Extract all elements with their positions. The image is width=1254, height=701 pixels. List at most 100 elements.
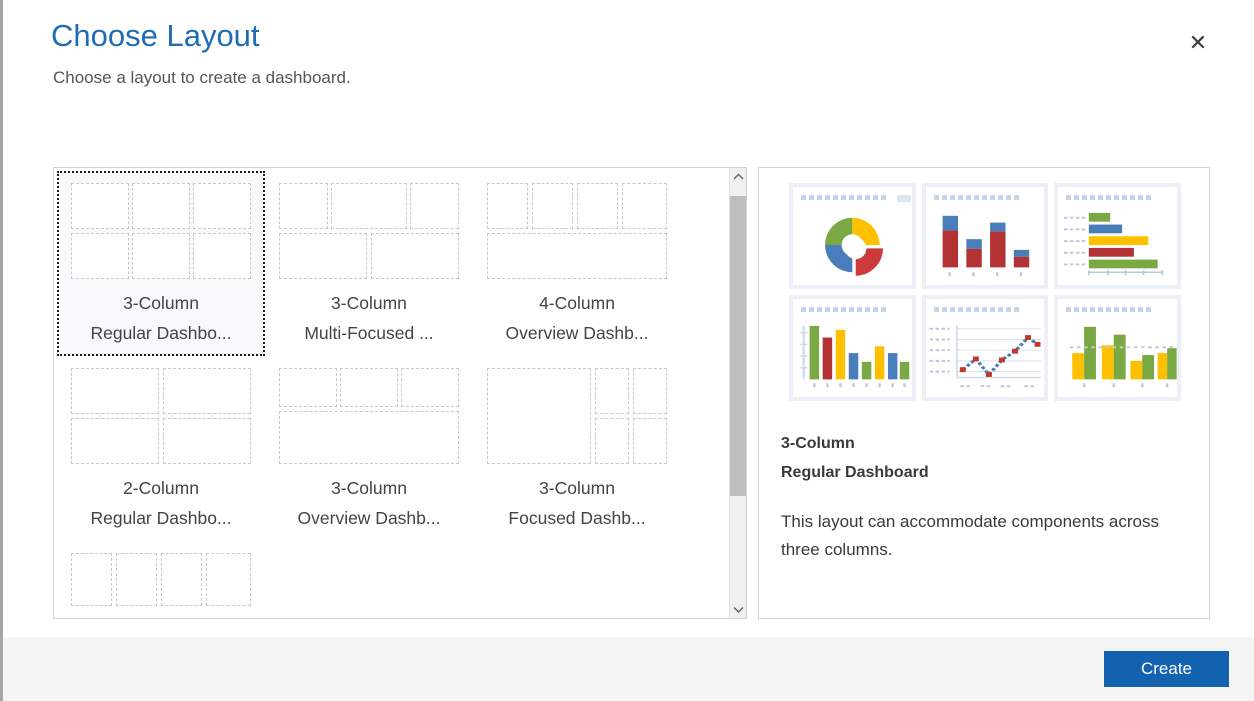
layout-cell — [116, 553, 158, 606]
layout-cell — [632, 418, 667, 465]
layout-thumbnail-grid: 3-Column Regular Dashbo... 3-Column Multi-F… — [54, 168, 730, 618]
page-title: Choose Layout — [51, 18, 260, 53]
preview-tile-grouped-column-chart — [1054, 295, 1181, 401]
layout-thumbnail-art — [487, 183, 667, 281]
layout-thumbnail-label: 3-Column Overview Dashb... — [298, 474, 441, 533]
preview-tile-column-chart — [789, 295, 916, 401]
layout-thumbnail-label: 3-Column Regular Dashbo... — [90, 289, 231, 348]
layout-cell — [595, 418, 630, 465]
layout-cell — [410, 183, 459, 230]
layout-label-line1: 4-Column — [539, 293, 615, 314]
layout-label-line2: Regular Dashbo... — [90, 322, 232, 343]
horizontal-bar-chart — [1058, 209, 1177, 281]
grouped-column-chart — [1058, 321, 1177, 393]
layout-cell — [71, 233, 129, 280]
layout-gallery-scroll-area: 3-Column Regular Dashbo... 3-Column Multi-F… — [54, 168, 730, 618]
layout-cell — [487, 233, 667, 280]
column-chart — [793, 321, 912, 393]
layout-label-line1: 3-Column — [539, 478, 615, 499]
choose-layout-dialog: Choose Layout Choose a layout to create … — [0, 0, 1254, 701]
donut-chart — [793, 209, 912, 281]
layout-cell — [279, 411, 459, 465]
layout-cell — [193, 183, 251, 230]
layout-cell — [632, 368, 667, 415]
tile-title-placeholder — [933, 307, 1019, 312]
layout-label-line2: Overview Dashb... — [505, 322, 649, 343]
layout-cell — [577, 183, 619, 230]
layout-cell — [487, 183, 529, 230]
layout-thumbnail-art — [71, 368, 251, 466]
layout-cell — [279, 368, 337, 408]
layout-cell — [71, 183, 129, 230]
layout-thumbnail-art — [71, 553, 251, 618]
create-button[interactable]: Create — [1104, 651, 1229, 687]
preview-layout-name-line1: 3-Column — [781, 435, 855, 452]
layout-thumbnail-art — [487, 368, 667, 466]
chevron-down-icon[interactable] — [730, 601, 746, 618]
layout-cell — [401, 368, 459, 408]
layout-label-line2: Multi-Focused ... — [304, 322, 434, 343]
preview-tile-stacked-column-chart — [921, 183, 1049, 289]
layout-thumbnail-art — [279, 183, 459, 281]
layout-gallery: 3-Column Regular Dashbo... 3-Column Multi-F… — [53, 167, 747, 619]
layout-label-line2: Overview Dashb... — [297, 507, 441, 528]
layout-thumbnail-4-column-partial[interactable] — [57, 541, 265, 618]
chevron-up-icon[interactable] — [730, 168, 746, 185]
layout-thumbnail-2-column-regular[interactable]: 2-Column Regular Dashbo... — [57, 356, 265, 541]
layout-label-line2: Regular Dashbo... — [90, 507, 232, 528]
layout-cell — [370, 233, 459, 280]
layout-thumbnail-art — [71, 183, 251, 281]
layout-thumbnail-label: 2-Column Regular Dashbo... — [90, 474, 231, 533]
layout-cell — [279, 233, 368, 280]
tile-title-placeholder — [801, 307, 886, 312]
layout-cell — [595, 368, 630, 415]
tile-title-placeholder — [801, 195, 911, 202]
layout-cell — [71, 553, 113, 606]
preview-layout-description: This layout can accommodate components a… — [781, 512, 1159, 559]
layout-preview-panel: 3-Column Regular Dashboard This layout c… — [758, 167, 1210, 619]
layout-cell — [132, 233, 190, 280]
layout-cell — [132, 183, 190, 230]
preview-chart-tiles — [789, 183, 1181, 401]
layout-cell — [340, 368, 398, 408]
layout-thumbnail-4-column-overview[interactable]: 4-Column Overview Dashb... — [473, 171, 681, 356]
preview-layout-name-line2: Regular Dashboard — [781, 464, 929, 481]
layout-thumbnail-label: 4-Column Overview Dashb... — [506, 289, 649, 348]
tile-title-placeholder — [1066, 195, 1152, 200]
layout-label-line1: 3-Column — [331, 293, 407, 314]
layout-cell — [71, 368, 160, 415]
layout-cell — [162, 368, 251, 415]
layout-thumbnail-3-column-overview[interactable]: 3-Column Overview Dashb... — [265, 356, 473, 541]
tile-title-placeholder — [1066, 307, 1152, 312]
layout-cell — [71, 418, 160, 465]
dialog-footer: Create — [3, 636, 1254, 701]
layout-cell — [622, 183, 667, 230]
line-chart — [926, 321, 1045, 393]
layout-thumbnail-3-column-multi-focused[interactable]: 3-Column Multi-Focused ... — [265, 171, 473, 356]
preview-tile-horizontal-bar-chart — [1054, 183, 1181, 289]
layout-thumbnail-3-column-focused[interactable]: 3-Column Focused Dashb... — [473, 356, 681, 541]
tile-title-placeholder — [933, 195, 1019, 200]
layout-cell — [162, 418, 251, 465]
layout-cell — [532, 183, 574, 230]
layout-label-line1: 2-Column — [123, 478, 199, 499]
layout-cell — [279, 183, 328, 230]
layout-label-line1: 3-Column — [331, 478, 407, 499]
layout-thumbnail-label: 3-Column Multi-Focused ... — [304, 289, 433, 348]
stacked-column-chart — [926, 209, 1045, 281]
layout-cell — [331, 183, 407, 230]
dialog-header: Choose Layout Choose a layout to create … — [3, 0, 1254, 150]
layout-thumbnail-art — [279, 368, 459, 466]
close-icon[interactable]: ✕ — [1181, 26, 1215, 60]
scrollbar-thumb[interactable] — [730, 196, 746, 496]
layout-label-line1: 3-Column — [123, 293, 199, 314]
layout-cell — [487, 368, 592, 465]
layout-thumbnail-3-column-regular[interactable]: 3-Column Regular Dashbo... — [57, 171, 265, 356]
layout-thumbnail-label: 3-Column Focused Dashb... — [508, 474, 645, 533]
layout-cell — [206, 553, 251, 606]
gallery-scrollbar[interactable] — [729, 168, 746, 618]
preview-tile-donut-chart — [789, 183, 916, 289]
layout-cell — [161, 553, 203, 606]
dialog-subtitle: Choose a layout to create a dashboard. — [53, 68, 351, 87]
layout-cell — [193, 233, 251, 280]
